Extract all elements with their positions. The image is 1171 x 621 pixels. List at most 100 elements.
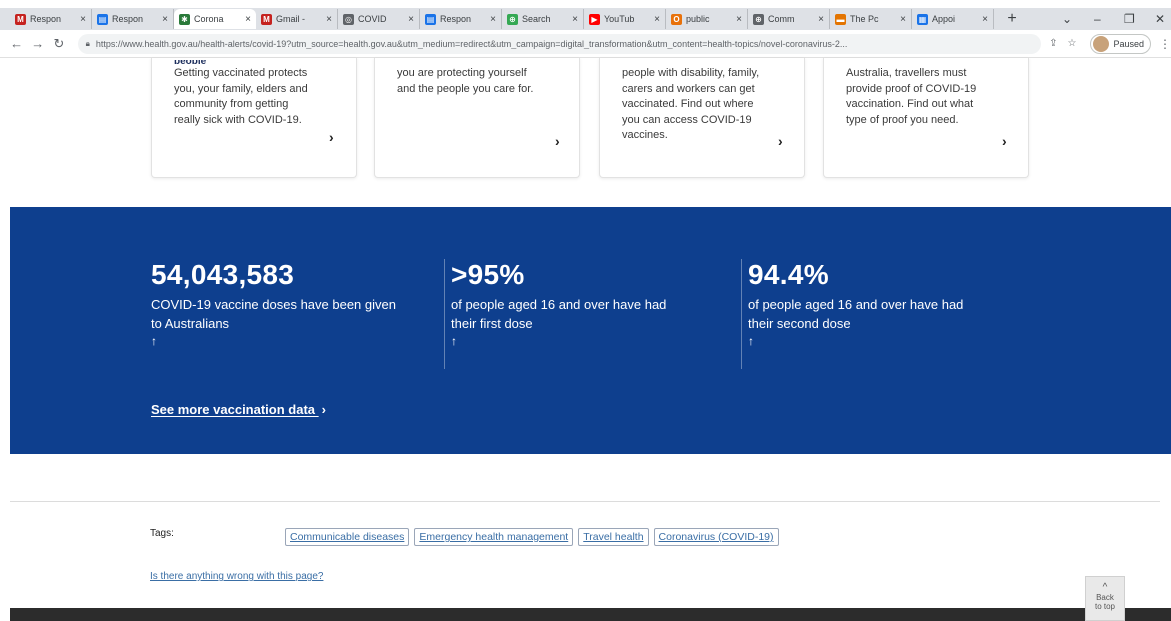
card-body: you are protecting yourself and the peop… <box>397 67 534 95</box>
chevron-right-icon[interactable]: › <box>329 129 334 146</box>
new-tab-button[interactable]: + <box>1002 10 1022 28</box>
stat-description: of people aged 16 and over have had thei… <box>748 297 964 331</box>
profile-status: Paused <box>1113 38 1144 49</box>
card-protect-community[interactable]: people Getting vaccinated protects you, … <box>151 58 357 178</box>
browser-tab[interactable]: ◎ COVID × <box>338 9 420 29</box>
stat-first-dose: >95% of people aged 16 and over have had… <box>444 259 751 369</box>
close-tab-icon[interactable]: × <box>408 14 414 25</box>
browser-tab[interactable]: ✱ Corona × <box>174 9 256 29</box>
browser-tab[interactable]: Opublic × <box>666 9 748 29</box>
tab-label: Respon <box>112 14 144 24</box>
back-arrow-icon[interactable]: ← <box>6 36 27 51</box>
browser-tab[interactable]: ▤ Respon × <box>420 9 502 29</box>
close-tab-icon[interactable]: × <box>982 14 988 25</box>
close-window-icon[interactable]: ✕ <box>1155 8 1165 30</box>
vaccination-stats-banner: 54,043,583 COVID-19 vaccine doses have b… <box>10 207 1171 454</box>
globe-icon: ⊕ <box>753 13 764 25</box>
health-crest-icon: ✱ <box>179 13 190 25</box>
tab-search-dropdown-icon[interactable]: ⌄ <box>1062 8 1072 30</box>
close-tab-icon[interactable]: × <box>572 14 578 25</box>
stat-description: of people aged 16 and over have had thei… <box>451 297 667 331</box>
restore-window-icon[interactable]: ❐ <box>1124 8 1135 30</box>
card-body: people with disability, family, carers a… <box>622 67 760 141</box>
card-where-to-access[interactable]: people with disability, family, carers a… <box>599 58 805 178</box>
profile-button[interactable]: Paused <box>1090 33 1151 54</box>
tab-label: The Pc <box>850 14 879 24</box>
back-to-top-button[interactable]: ^ Back to top <box>1085 576 1125 621</box>
url-text: https://www.health.gov.au/health-alerts/… <box>95 38 848 49</box>
browser-tab[interactable]: ⊕ Search × <box>502 9 584 29</box>
divider <box>10 501 1160 502</box>
chevron-right-icon[interactable]: › <box>778 133 783 150</box>
browser-tab[interactable]: ▶ YouTub × <box>584 9 666 29</box>
tab-label: Respon <box>440 14 472 24</box>
more-menu-icon[interactable]: ⋮ <box>1159 37 1171 51</box>
report-page-issue-link[interactable]: Is there anything wrong with this page? <box>150 571 323 582</box>
up-arrow-icon: ↑ <box>748 334 754 348</box>
browser-tab[interactable]: ▤ Respon × <box>92 9 174 29</box>
see-more-vaccination-data-link[interactable]: See more vaccination data › <box>151 402 326 417</box>
chevron-right-icon[interactable]: › <box>555 133 560 150</box>
close-tab-icon[interactable]: × <box>654 14 660 25</box>
browser-tab[interactable]: M Respon × <box>10 9 92 29</box>
browser-tab[interactable]: ▬ The Pc × <box>830 9 912 29</box>
back-to-top-line1: Back <box>1096 593 1114 602</box>
browser-tab[interactable]: M Gmail - × <box>256 9 338 29</box>
stat-divider <box>444 259 445 369</box>
stat-value: >95% <box>451 259 525 290</box>
close-tab-icon[interactable]: × <box>818 14 824 25</box>
avatar <box>1093 35 1110 52</box>
tab-label: Appoi <box>932 14 956 24</box>
tag-travel-health[interactable]: Travel health <box>578 528 649 546</box>
info-cards-row: people Getting vaccinated protects you, … <box>0 58 1171 182</box>
stat-value: 54,043,583 <box>151 259 295 290</box>
close-tab-icon[interactable]: × <box>900 14 906 25</box>
tag-emergency-health-management[interactable]: Emergency health management <box>414 528 574 546</box>
close-tab-icon[interactable]: × <box>162 14 168 25</box>
stat-value: 94.4% <box>748 259 829 290</box>
card-body: Getting vaccinated protects you, your fa… <box>174 67 308 126</box>
stat-description: COVID-19 vaccine doses have been given t… <box>151 297 396 331</box>
tab-list: M Respon × ▤ Respon × ✱ Corona × M Gmail - × ◎ COVID ×… <box>10 9 994 29</box>
tab-label: Search <box>522 14 551 24</box>
close-tab-icon[interactable]: × <box>326 14 332 25</box>
browser-tab-strip: M Respon × ▤ Respon × ✱ Corona × M Gmail - × ◎ COVID ×… <box>0 8 1171 30</box>
stat-divider <box>741 259 742 369</box>
forms-icon: ▤ <box>97 13 108 25</box>
card-protect-yourself[interactable]: you are protecting yourself and the peop… <box>374 58 580 178</box>
reload-icon[interactable]: ↻ <box>48 36 69 52</box>
up-arrow-icon: ↑ <box>151 334 157 348</box>
share-icon[interactable]: ⇪ <box>1049 38 1057 49</box>
close-tab-icon[interactable]: × <box>490 14 496 25</box>
card-proof-of-vaccination[interactable]: Australia, travellers must provide proof… <box>823 58 1029 178</box>
footer <box>10 608 1171 621</box>
close-tab-icon[interactable]: × <box>80 14 86 25</box>
minimize-window-icon[interactable]: – <box>1094 8 1101 30</box>
gmail-icon: M <box>15 13 26 25</box>
tag-coronavirus[interactable]: Coronavirus (COVID-19) <box>653 528 779 546</box>
close-tab-icon[interactable]: × <box>245 14 251 25</box>
back-to-top-line2: to top <box>1094 602 1115 611</box>
stat-second-dose: 94.4% of people aged 16 and over have ha… <box>741 259 1048 369</box>
close-tab-icon[interactable]: × <box>736 14 742 25</box>
browser-tab[interactable]: ▦ Appoi × <box>912 9 994 29</box>
up-arrow-icon: ↑ <box>451 334 457 348</box>
browser-toolbar: ← → ↻ 🔒︎ https://www.health.gov.au/healt… <box>0 30 1171 58</box>
stat-total-doses: 54,043,583 COVID-19 vaccine doses have b… <box>151 259 451 348</box>
forms-icon: ▤ <box>425 13 436 25</box>
tab-label: public <box>686 14 710 24</box>
chevron-right-icon[interactable]: › <box>1002 133 1007 150</box>
tag-list: Communicable diseases Emergency health m… <box>285 528 779 546</box>
chevron-up-icon: ^ <box>1102 582 1108 593</box>
browser-tab[interactable]: ⊕ Comm × <box>748 9 830 29</box>
card-title: people <box>174 60 338 64</box>
public-icon: O <box>671 13 682 25</box>
forward-arrow-icon[interactable]: → <box>27 36 48 51</box>
gmail-icon: M <box>261 13 272 25</box>
bookmark-star-icon[interactable]: ☆ <box>1068 38 1077 49</box>
address-bar[interactable]: 🔒︎ https://www.health.gov.au/health-aler… <box>77 33 1042 54</box>
chevron-right-icon: › <box>321 402 326 417</box>
globe-icon: ◎ <box>343 13 354 25</box>
lock-icon: 🔒︎ <box>85 38 90 48</box>
tag-communicable-diseases[interactable]: Communicable diseases <box>285 528 410 546</box>
